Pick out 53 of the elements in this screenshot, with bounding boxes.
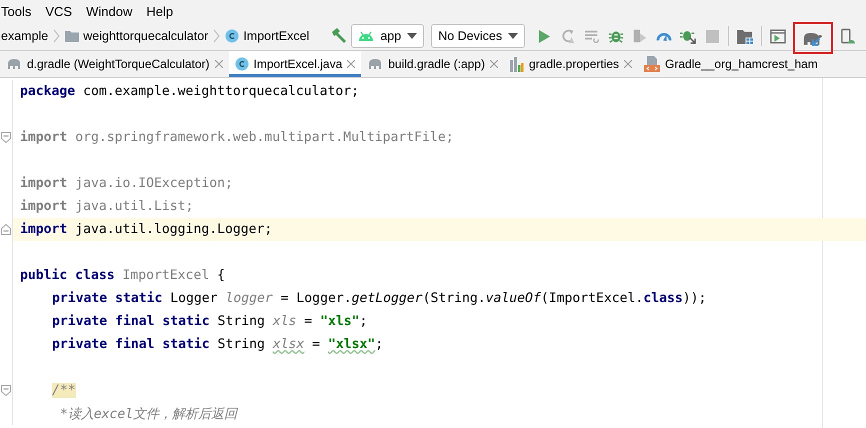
toolbar-button[interactable] <box>793 22 834 54</box>
class-icon <box>225 29 240 43</box>
caret-icon <box>508 33 518 39</box>
code-line: private final static String xlsx = "xlsx"; <box>51 336 384 354</box>
close-icon[interactable] <box>490 60 498 68</box>
phone-icon <box>841 28 856 44</box>
code-line: import java.util.List; <box>19 198 194 216</box>
code-line: package com.example.weighttorquecalculator; <box>19 83 360 101</box>
breadcrumb-item[interactable]: example <box>1 29 48 43</box>
menu-item[interactable]: Help <box>146 4 174 18</box>
code-line: import java.io.IOException; <box>19 175 234 193</box>
folder-icon <box>65 30 80 42</box>
elephant-icon <box>6 58 22 70</box>
editor-tab[interactable]: Gradle__org_hamcrest_ham <box>638 51 824 77</box>
android-icon <box>358 31 374 41</box>
editor-tab[interactable]: build.gradle (:app) <box>361 51 504 77</box>
code-line: public class ImportExcel { <box>19 267 226 285</box>
code-line: private final static String xls = "xls"; <box>51 313 368 331</box>
class-icon <box>234 57 249 71</box>
stop-icon <box>706 30 719 42</box>
file-icon <box>644 56 660 72</box>
caret-icon <box>407 33 418 39</box>
dropdown[interactable]: No Devices <box>431 24 526 48</box>
close-icon[interactable] <box>624 60 632 68</box>
bug-arrow-icon <box>680 28 696 44</box>
play-icon <box>538 28 551 44</box>
breadcrumb-item[interactable]: weighttorquecalculator <box>83 29 208 43</box>
editor-tab[interactable]: ImportExcel.java <box>228 51 362 77</box>
breadcrumb-item[interactable]: ImportExcel <box>243 29 310 43</box>
menu-item[interactable]: Tools <box>1 4 32 18</box>
restart-icon <box>560 28 576 44</box>
elephant-icon <box>367 58 384 70</box>
bar-chart-icon <box>510 56 524 72</box>
chevron-icon <box>53 29 60 43</box>
hammer-icon <box>330 27 348 45</box>
window-play-icon <box>770 28 786 44</box>
menu-item[interactable]: VCS <box>45 4 72 18</box>
code-line: *读入excel文件，解析后返回 <box>58 406 239 424</box>
fold-marker-icon[interactable] <box>1 224 11 235</box>
fold-marker-icon[interactable] <box>1 385 11 396</box>
close-icon[interactable] <box>214 60 223 68</box>
chevron-icon <box>213 29 220 43</box>
menu-item[interactable]: Window <box>86 4 132 18</box>
lines-icon <box>584 29 600 43</box>
fold-marker-icon[interactable] <box>1 132 11 143</box>
attach-icon <box>632 28 648 44</box>
code-line: private static Logger logger = Logger.getLogger(String.valueOf(ImportExcel.class)); <box>51 290 708 308</box>
editor-tab[interactable]: gradle.properties <box>504 51 638 77</box>
dropdown[interactable]: app <box>351 24 424 48</box>
folder-icon <box>736 28 754 44</box>
code-line: import org.springframework.web.multipart.MultipartFile; <box>19 129 455 147</box>
editor-tab[interactable]: d.gradle (WeightTorqueCalculator) <box>0 51 229 77</box>
close-icon[interactable] <box>347 60 356 68</box>
